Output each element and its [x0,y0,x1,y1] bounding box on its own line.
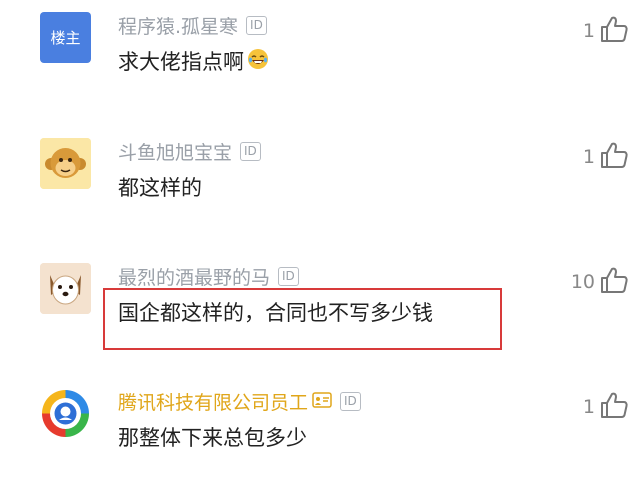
comment-text-content: 求大佬指点啊 [118,50,244,74]
dog-icon [40,263,91,314]
comment-text: 都这样的 [118,172,202,202]
employee-badge-icon [312,391,332,413]
highlight-box [103,288,502,350]
like-button[interactable]: 1 [583,14,629,48]
like-button[interactable]: 10 [571,265,629,299]
comment-item: 楼主 程序猿.孤星寒 ID 求大佬指点啊 1 [0,0,641,110]
comment-text-content: 都这样的 [118,176,202,200]
comment-item: 斗鱼旭旭宝宝 ID 都这样的 1 [0,126,641,236]
avatar[interactable] [40,138,91,189]
id-badge: ID [246,16,267,35]
comment-text-content: 那整体下来总包多少 [118,426,307,450]
avatar[interactable] [40,263,91,314]
tencent-news-icon [40,389,91,439]
username-text: 程序猿.孤星寒 [118,16,239,38]
comment-text: 求大佬指点啊 [118,46,270,76]
id-badge: ID [340,392,361,411]
username[interactable]: 最烈的酒最野的马 ID [118,263,299,290]
id-badge: ID [278,267,299,286]
id-badge: ID [240,142,261,161]
thumbs-up-icon [599,140,629,174]
comment-text: 那整体下来总包多少 [118,422,307,452]
like-button[interactable]: 1 [583,140,629,174]
thumbs-up-icon [599,265,629,299]
like-button[interactable]: 1 [583,390,629,424]
like-count: 10 [570,271,595,293]
username[interactable]: 斗鱼旭旭宝宝 ID [118,138,261,165]
monkey-icon [40,138,91,189]
thumbs-up-icon [599,390,629,424]
grinning-sweat-emoji-icon [246,47,270,76]
thumbs-up-icon [599,14,629,48]
username-text: 斗鱼旭旭宝宝 [118,142,233,164]
like-count: 1 [582,396,595,418]
like-count: 1 [582,20,595,42]
avatar-owner[interactable]: 楼主 [40,12,91,63]
username-text: 最烈的酒最野的马 [118,267,271,289]
username[interactable]: 程序猿.孤星寒 ID [118,12,267,39]
username[interactable]: 腾讯科技有限公司员工 ID [118,388,361,415]
like-count: 1 [582,146,595,168]
avatar[interactable] [40,388,91,439]
username-text: 腾讯科技有限公司员工 [118,392,309,414]
owner-badge-label: 楼主 [50,29,81,47]
comment-item: 腾讯科技有限公司员工 ID 那整体下来总包多少 1 [0,376,641,486]
